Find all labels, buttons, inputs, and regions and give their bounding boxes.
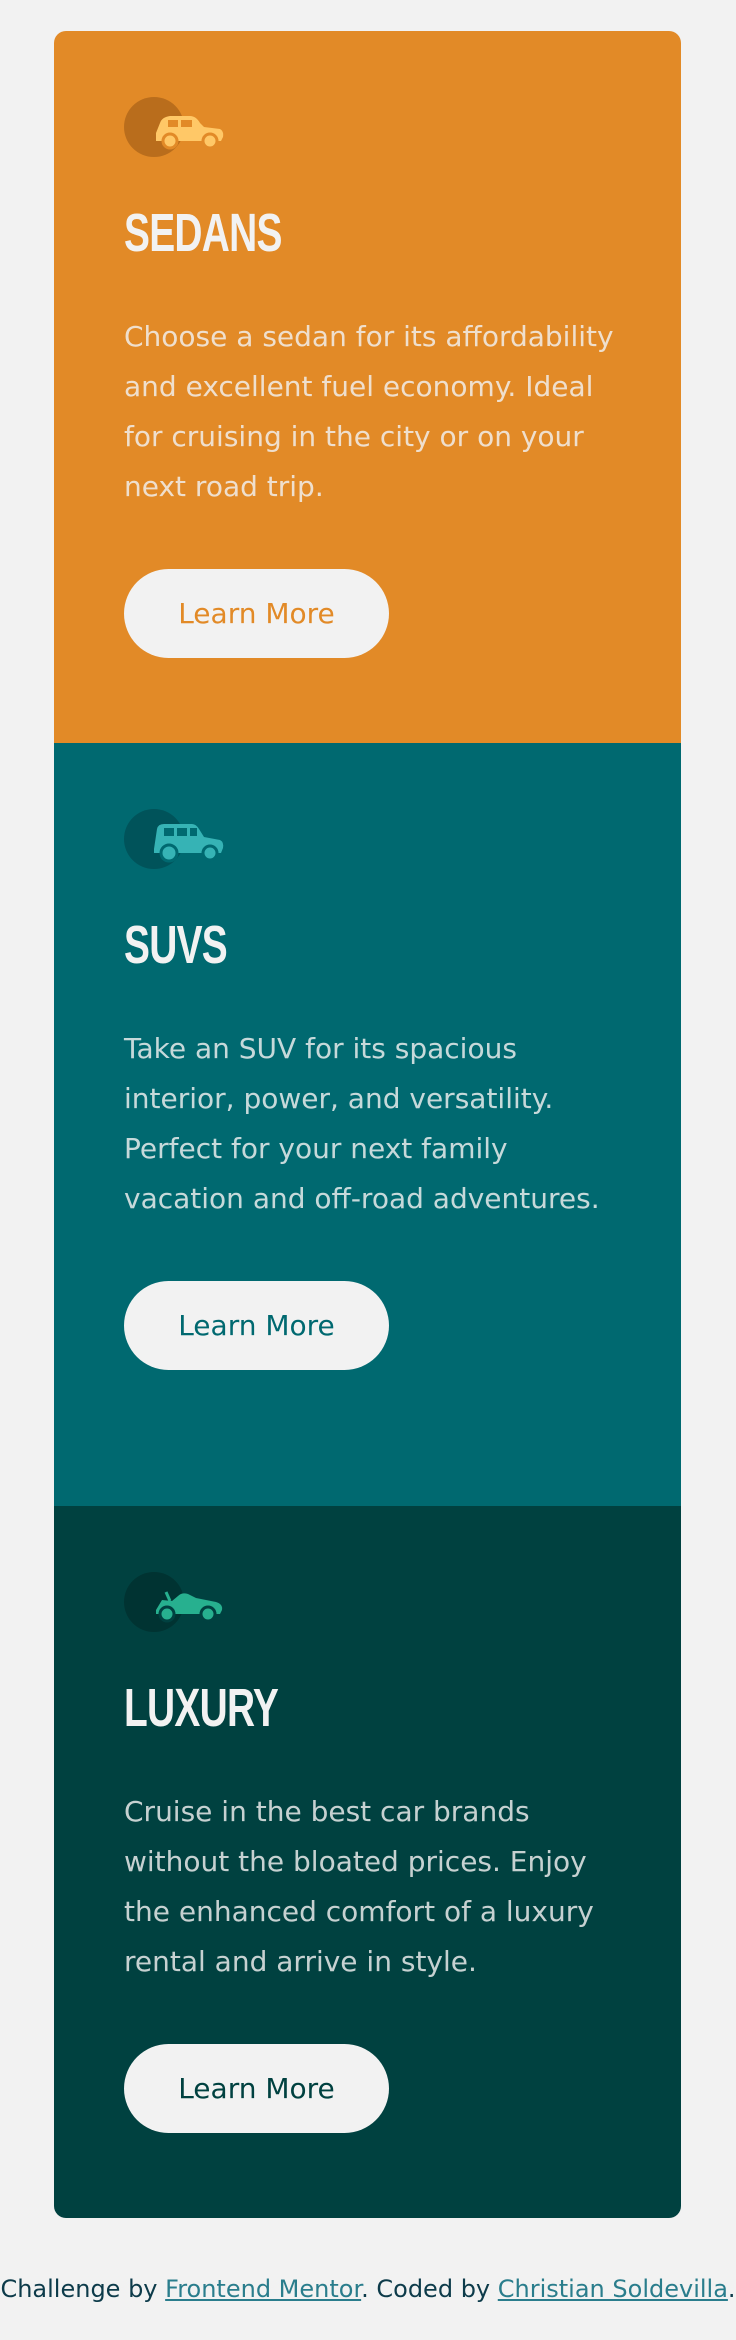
car-cards: Sedans Choose a sedan for its affordabil… [54, 31, 681, 2218]
learn-more-luxury-button[interactable]: Learn More [124, 2044, 389, 2133]
card-suvs: SUVs Take an SUV for its spacious interi… [54, 743, 681, 1506]
frontend-mentor-link[interactable]: Frontend Mentor [165, 2275, 361, 2303]
attribution-prefix: Challenge by [0, 2275, 166, 2303]
suv-car-icon [124, 807, 224, 871]
learn-more-suvs-button[interactable]: Learn More [124, 1281, 389, 1370]
card-sedans: Sedans Choose a sedan for its affordabil… [54, 31, 681, 743]
card-luxury: Luxury Cruise in the best car brands wit… [54, 1506, 681, 2218]
attribution-footer: Challenge by Frontend Mentor. Coded by C… [0, 2275, 736, 2303]
card-title: Luxury [124, 1678, 279, 1738]
card-description: Take an SUV for its spacious interior, p… [124, 1032, 600, 1215]
card-description: Cruise in the best car brands without th… [124, 1795, 594, 1978]
luxury-car-icon [124, 1570, 224, 1634]
attribution-middle: . Coded by [361, 2275, 498, 2303]
sedan-car-icon [124, 95, 224, 159]
card-title: SUVs [124, 915, 228, 975]
card-description: Choose a sedan for its affordability and… [124, 320, 614, 503]
author-link[interactable]: Christian Soldevilla [498, 2275, 728, 2303]
card-title: Sedans [124, 203, 282, 263]
attribution-suffix: . [727, 2275, 736, 2303]
learn-more-sedans-button[interactable]: Learn More [124, 569, 389, 658]
